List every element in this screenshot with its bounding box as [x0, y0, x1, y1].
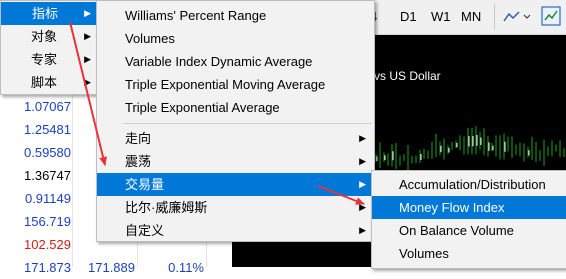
recent-indicator-label: Variable Index Dynamic Average — [125, 54, 313, 69]
indicator-category-label: 自定义 — [125, 223, 165, 238]
recent-indicator-label: Williams' Percent Range — [125, 8, 267, 23]
volume-indicator-label: Money Flow Index — [399, 200, 505, 215]
indicator-category-2[interactable]: 交易量 ▶ — [97, 173, 374, 196]
bid-cell: 156.719 — [24, 214, 71, 229]
submenu-arrow-icon: ▶ — [359, 202, 366, 212]
insert-menu: 指标 ▶ 对象 ▶ 专家 ▶ 脚本 ▶ — [0, 0, 100, 95]
timeframe-w1-button[interactable]: W1 — [431, 9, 451, 24]
indicator-category-label: 震荡 — [125, 154, 152, 169]
recent-indicator-label: Triple Exponential Average — [125, 100, 280, 115]
volume-indicator-1[interactable]: Money Flow Index — [372, 196, 566, 219]
table-row[interactable]: 171.873 171.889 0.11% — [0, 256, 232, 279]
volume-indicator-0[interactable]: Accumulation/Distribution — [372, 173, 566, 196]
recent-indicator-label: Triple Exponential Moving Average — [125, 77, 326, 92]
volume-indicator-label: Accumulation/Distribution — [399, 177, 546, 192]
menu-item-3[interactable]: 脚本 ▶ — [1, 71, 99, 94]
bid-cell: 0.59580 — [24, 145, 71, 160]
indicator-category-3[interactable]: 比尔·威廉姆斯 ▶ — [97, 196, 374, 219]
recent-indicator-label: Volumes — [125, 31, 175, 46]
toolbar-separator — [494, 4, 495, 30]
bid-cell: 1.36747 — [24, 168, 71, 183]
submenu-arrow-icon: ▶ — [84, 8, 91, 18]
timeframe-d1-button[interactable]: D1 — [400, 9, 417, 24]
bid-cell: 171.873 — [24, 260, 71, 275]
menu-item-label: 脚本 — [31, 75, 58, 90]
indicator-category-4[interactable]: 自定义 ▶ — [97, 219, 374, 242]
bid-cell: 0.91149 — [24, 191, 71, 206]
market-watch-icon[interactable] — [541, 6, 561, 26]
submenu-arrow-icon: ▶ — [84, 31, 91, 41]
menu-item-0[interactable]: 指标 ▶ — [1, 2, 99, 25]
indicator-category-label: 走向 — [125, 131, 152, 146]
volume-indicator-label: On Balance Volume — [399, 223, 514, 238]
indicators-submenu: Williams' Percent Range Volumes Variable I… — [96, 0, 375, 242]
submenu-arrow-icon: ▶ — [359, 133, 366, 143]
menu-item-2[interactable]: 专家 ▶ — [1, 48, 99, 71]
indicator-category-0[interactable]: 走向 ▶ — [97, 127, 374, 150]
ask-cell: 171.889 — [88, 260, 135, 275]
bid-cell: 1.25481 — [24, 122, 71, 137]
submenu-arrow-icon: ▶ — [84, 54, 91, 64]
volume-indicator-label: Volumes — [399, 246, 449, 261]
indicator-category-label: 交易量 — [125, 177, 165, 192]
indicator-category-label: 比尔·威廉姆斯 — [125, 200, 208, 215]
submenu-arrow-icon: ▶ — [359, 225, 366, 235]
chart-type-icon[interactable] — [503, 9, 533, 25]
submenu-arrow-icon: ▶ — [359, 156, 366, 166]
menu-separator — [123, 123, 372, 124]
bid-cell: 102.529 — [24, 237, 71, 252]
recent-indicator-item[interactable]: Triple Exponential Average — [97, 96, 374, 119]
change-cell: 0.11% — [168, 260, 204, 275]
timeframe-mn-button[interactable]: MN — [461, 9, 481, 24]
bid-cell: 1.07067 — [24, 99, 71, 114]
indicator-category-1[interactable]: 震荡 ▶ — [97, 150, 374, 173]
timeframe-toolbar: 4 D1 W1 MN — [355, 0, 566, 35]
menu-item-1[interactable]: 对象 ▶ — [1, 25, 99, 48]
recent-indicator-item[interactable]: Triple Exponential Moving Average — [97, 73, 374, 96]
volume-indicator-3[interactable]: Volumes — [372, 242, 566, 265]
menu-item-label: 对象 — [31, 29, 58, 44]
menu-item-label: 专家 — [31, 52, 58, 67]
volume-indicator-2[interactable]: On Balance Volume — [372, 219, 566, 242]
submenu-arrow-icon: ▶ — [359, 179, 366, 189]
column-divider — [72, 95, 73, 267]
recent-indicator-item[interactable]: Williams' Percent Range — [97, 4, 374, 27]
submenu-arrow-icon: ▶ — [84, 77, 91, 87]
recent-indicator-item[interactable]: Volumes — [97, 27, 374, 50]
recent-indicator-item[interactable]: Variable Index Dynamic Average — [97, 50, 374, 73]
menu-item-label: 指标 — [32, 6, 59, 21]
volumes-submenu: Accumulation/Distribution Money Flow Inde… — [371, 170, 566, 269]
